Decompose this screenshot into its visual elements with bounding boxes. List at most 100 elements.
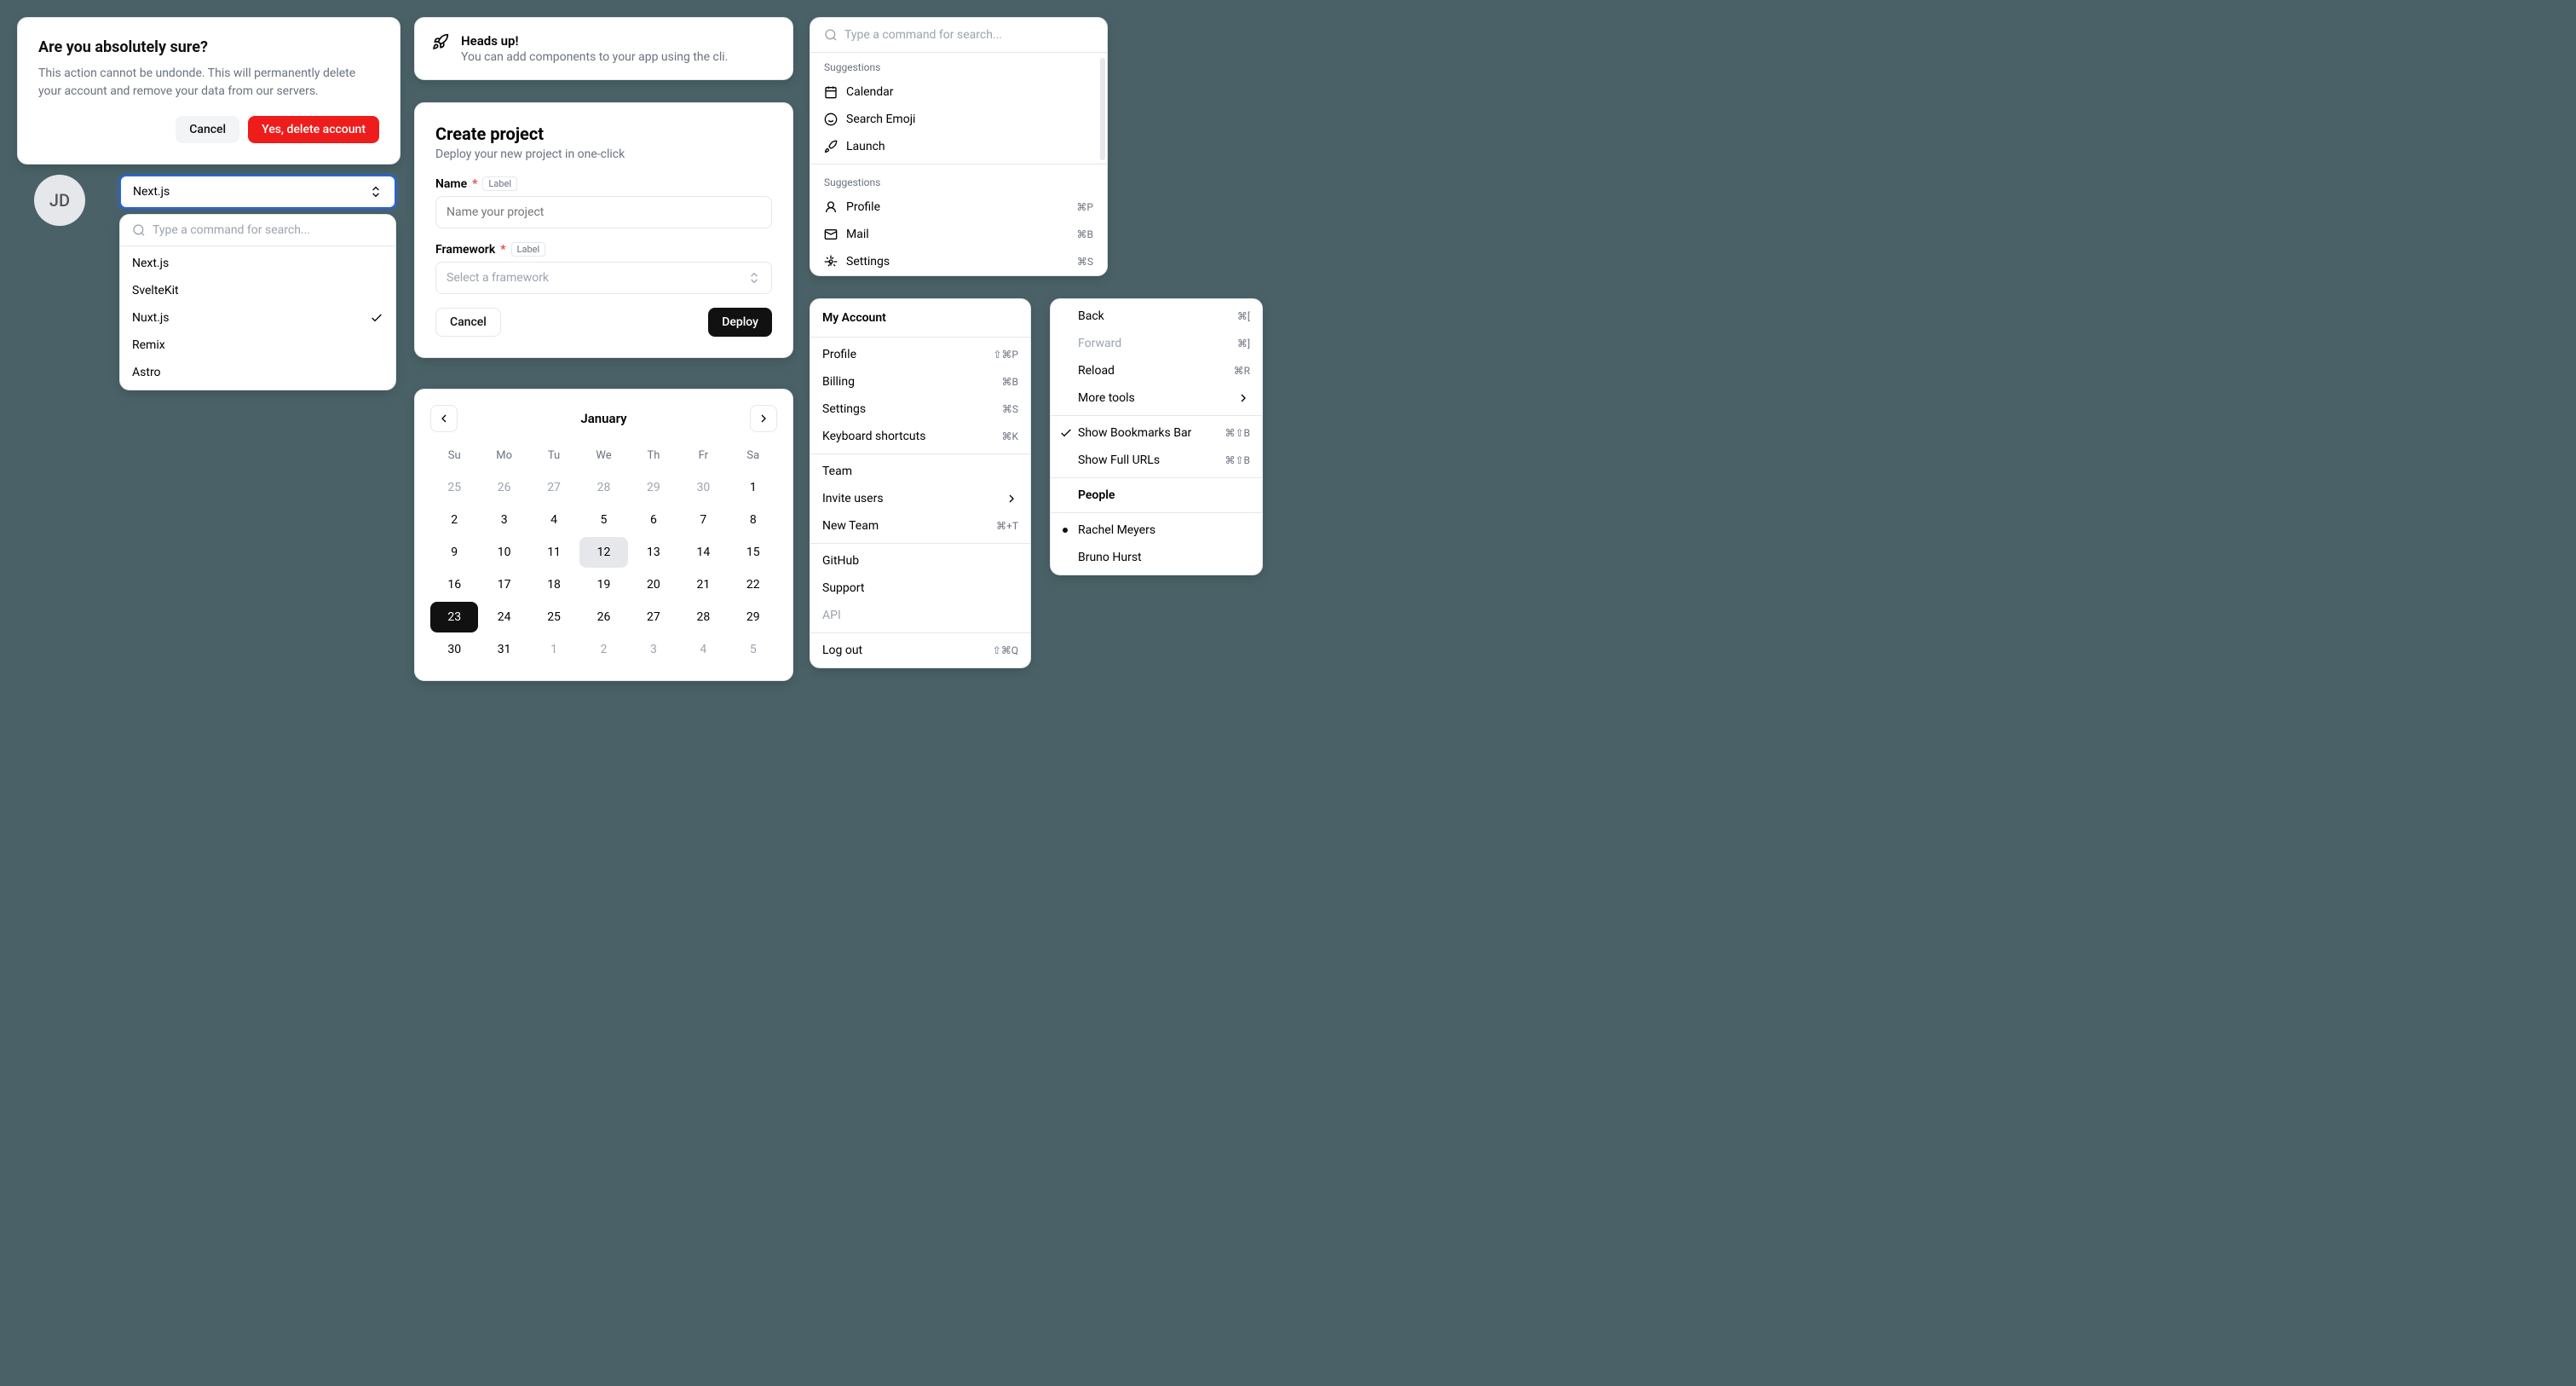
calendar-day[interactable]: 9 [430, 537, 478, 568]
calendar-day[interactable]: 22 [729, 569, 777, 600]
palette-group-label: Suggestions [810, 168, 1107, 193]
calendar-day[interactable]: 30 [679, 472, 727, 503]
menu-item[interactable]: New Team⌘+T [810, 512, 1030, 540]
combobox-item[interactable]: Astro [124, 359, 392, 386]
menu-item[interactable]: Log out⇧⌘Q [810, 637, 1030, 664]
palette-item[interactable]: Launch [810, 133, 1107, 160]
calendar-day[interactable]: 28 [579, 472, 627, 503]
context-menu-item[interactable]: Back⌘[ [1051, 303, 1262, 330]
menu-item[interactable]: GitHub [810, 547, 1030, 575]
calendar-day[interactable]: 5 [729, 634, 777, 665]
menu-item[interactable]: Invite users [810, 485, 1030, 512]
calendar-dow: Mo [480, 441, 527, 471]
calendar-day[interactable]: 24 [480, 602, 527, 632]
calendar-day[interactable]: 23 [430, 602, 478, 632]
calendar-day[interactable]: 27 [530, 472, 578, 503]
calendar-day[interactable]: 11 [530, 537, 578, 568]
calendar-day[interactable]: 2 [579, 634, 627, 665]
avatar[interactable]: JD [34, 175, 85, 226]
calendar-day[interactable]: 7 [679, 505, 727, 535]
calendar-day[interactable]: 28 [679, 602, 727, 632]
calendar-day[interactable]: 6 [630, 505, 677, 535]
calendar-month: January [580, 411, 626, 426]
calendar-day[interactable]: 1 [729, 472, 777, 503]
calendar-day[interactable]: 21 [679, 569, 727, 600]
calendar-day[interactable]: 18 [530, 569, 578, 600]
label-pill: Label [511, 242, 546, 257]
menu-separator [1051, 477, 1262, 478]
calendar-day[interactable]: 8 [729, 505, 777, 535]
calendar-grid: SuMoTuWeThFrSa25262728293012345678910111… [430, 441, 777, 665]
calendar-day[interactable]: 4 [530, 505, 578, 535]
palette-search[interactable]: Type a command for search... [810, 18, 1107, 53]
calendar-day[interactable]: 13 [630, 537, 677, 568]
calendar-day[interactable]: 10 [480, 537, 527, 568]
calendar-day[interactable]: 4 [679, 634, 727, 665]
palette-item[interactable]: Profile⌘P [810, 193, 1107, 221]
menu-item[interactable]: Settings⌘S [810, 396, 1030, 423]
cancel-button[interactable]: Cancel [176, 116, 239, 143]
calendar-day[interactable]: 26 [579, 602, 627, 632]
headsup-text: You can add components to your app using… [461, 50, 728, 64]
calendar-day[interactable]: 14 [679, 537, 727, 568]
palette-item[interactable]: Search Emoji [810, 106, 1107, 133]
calendar-day[interactable]: 26 [480, 472, 527, 503]
palette-item[interactable]: Settings⌘S [810, 248, 1107, 275]
calendar-day[interactable]: 17 [480, 569, 527, 600]
calendar-day[interactable]: 16 [430, 569, 478, 600]
calendar-day[interactable]: 3 [480, 505, 527, 535]
project-name-input[interactable] [435, 196, 772, 228]
menu-item[interactable]: Profile⇧⌘P [810, 341, 1030, 368]
prev-month-button[interactable] [430, 405, 458, 432]
calendar-day[interactable]: 3 [630, 634, 677, 665]
menu-item[interactable]: Support [810, 575, 1030, 602]
deploy-button[interactable]: Deploy [708, 308, 772, 337]
context-menu-item[interactable]: Show Full URLs⌘⇧B [1051, 447, 1262, 474]
combobox-search[interactable]: Type a command for search... [120, 215, 395, 246]
calendar-day[interactable]: 12 [579, 537, 627, 568]
calendar-day[interactable]: 25 [530, 602, 578, 632]
create-project-card: Create project Deploy your new project i… [414, 102, 793, 358]
calendar-day[interactable]: 20 [630, 569, 677, 600]
confirm-delete-button[interactable]: Yes, delete account [248, 116, 379, 143]
check-icon [370, 311, 383, 325]
menu-item[interactable]: Team [810, 458, 1030, 485]
calendar-day[interactable]: 5 [579, 505, 627, 535]
next-month-button[interactable] [750, 405, 777, 432]
cancel-button[interactable]: Cancel [435, 308, 501, 337]
keyboard-shortcut: ⌘B [1077, 228, 1093, 240]
framework-select[interactable]: Select a framework [435, 262, 772, 294]
calendar-dow: We [579, 441, 627, 471]
context-menu-item[interactable]: Rachel Meyers [1051, 517, 1262, 544]
menu-item[interactable]: Keyboard shortcuts⌘K [810, 423, 1030, 450]
combobox-item[interactable]: Remix [124, 332, 392, 359]
combobox-item[interactable]: Next.js [124, 250, 392, 277]
context-menu-label: People [1051, 482, 1262, 509]
calendar-header: January [430, 405, 777, 432]
calendar-day[interactable]: 27 [630, 602, 677, 632]
calendar-day[interactable]: 31 [480, 634, 527, 665]
menu-item[interactable]: Billing⌘B [810, 368, 1030, 396]
calendar-day[interactable]: 29 [630, 472, 677, 503]
calendar-day[interactable]: 19 [579, 569, 627, 600]
combobox-item[interactable]: SvelteKit [124, 277, 392, 304]
calendar-day[interactable]: 29 [729, 602, 777, 632]
context-menu-item[interactable]: Show Bookmarks Bar⌘⇧B [1051, 419, 1262, 447]
calendar-day[interactable]: 15 [729, 537, 777, 568]
calendar-day[interactable]: 30 [430, 634, 478, 665]
combobox-item[interactable]: Nuxt.js [124, 304, 392, 332]
palette-item[interactable]: Mail⌘B [810, 221, 1107, 248]
search-icon [132, 223, 146, 237]
scrollbar[interactable] [1100, 58, 1105, 160]
context-menu-item[interactable]: Bruno Hurst [1051, 544, 1262, 571]
calendar-day[interactable]: 25 [430, 472, 478, 503]
calendar-day[interactable]: 1 [530, 634, 578, 665]
calendar-day[interactable]: 2 [430, 505, 478, 535]
palette-item[interactable]: Calendar [810, 78, 1107, 106]
context-menu-item[interactable]: Reload⌘R [1051, 357, 1262, 384]
combobox-trigger[interactable]: Next.js [119, 175, 396, 209]
context-menu-item[interactable]: More tools [1051, 384, 1262, 412]
context-menu-item: Forward⌘] [1051, 330, 1262, 357]
keyboard-shortcut: ⌘S [1002, 403, 1018, 415]
name-label: Name * Label [435, 176, 772, 191]
